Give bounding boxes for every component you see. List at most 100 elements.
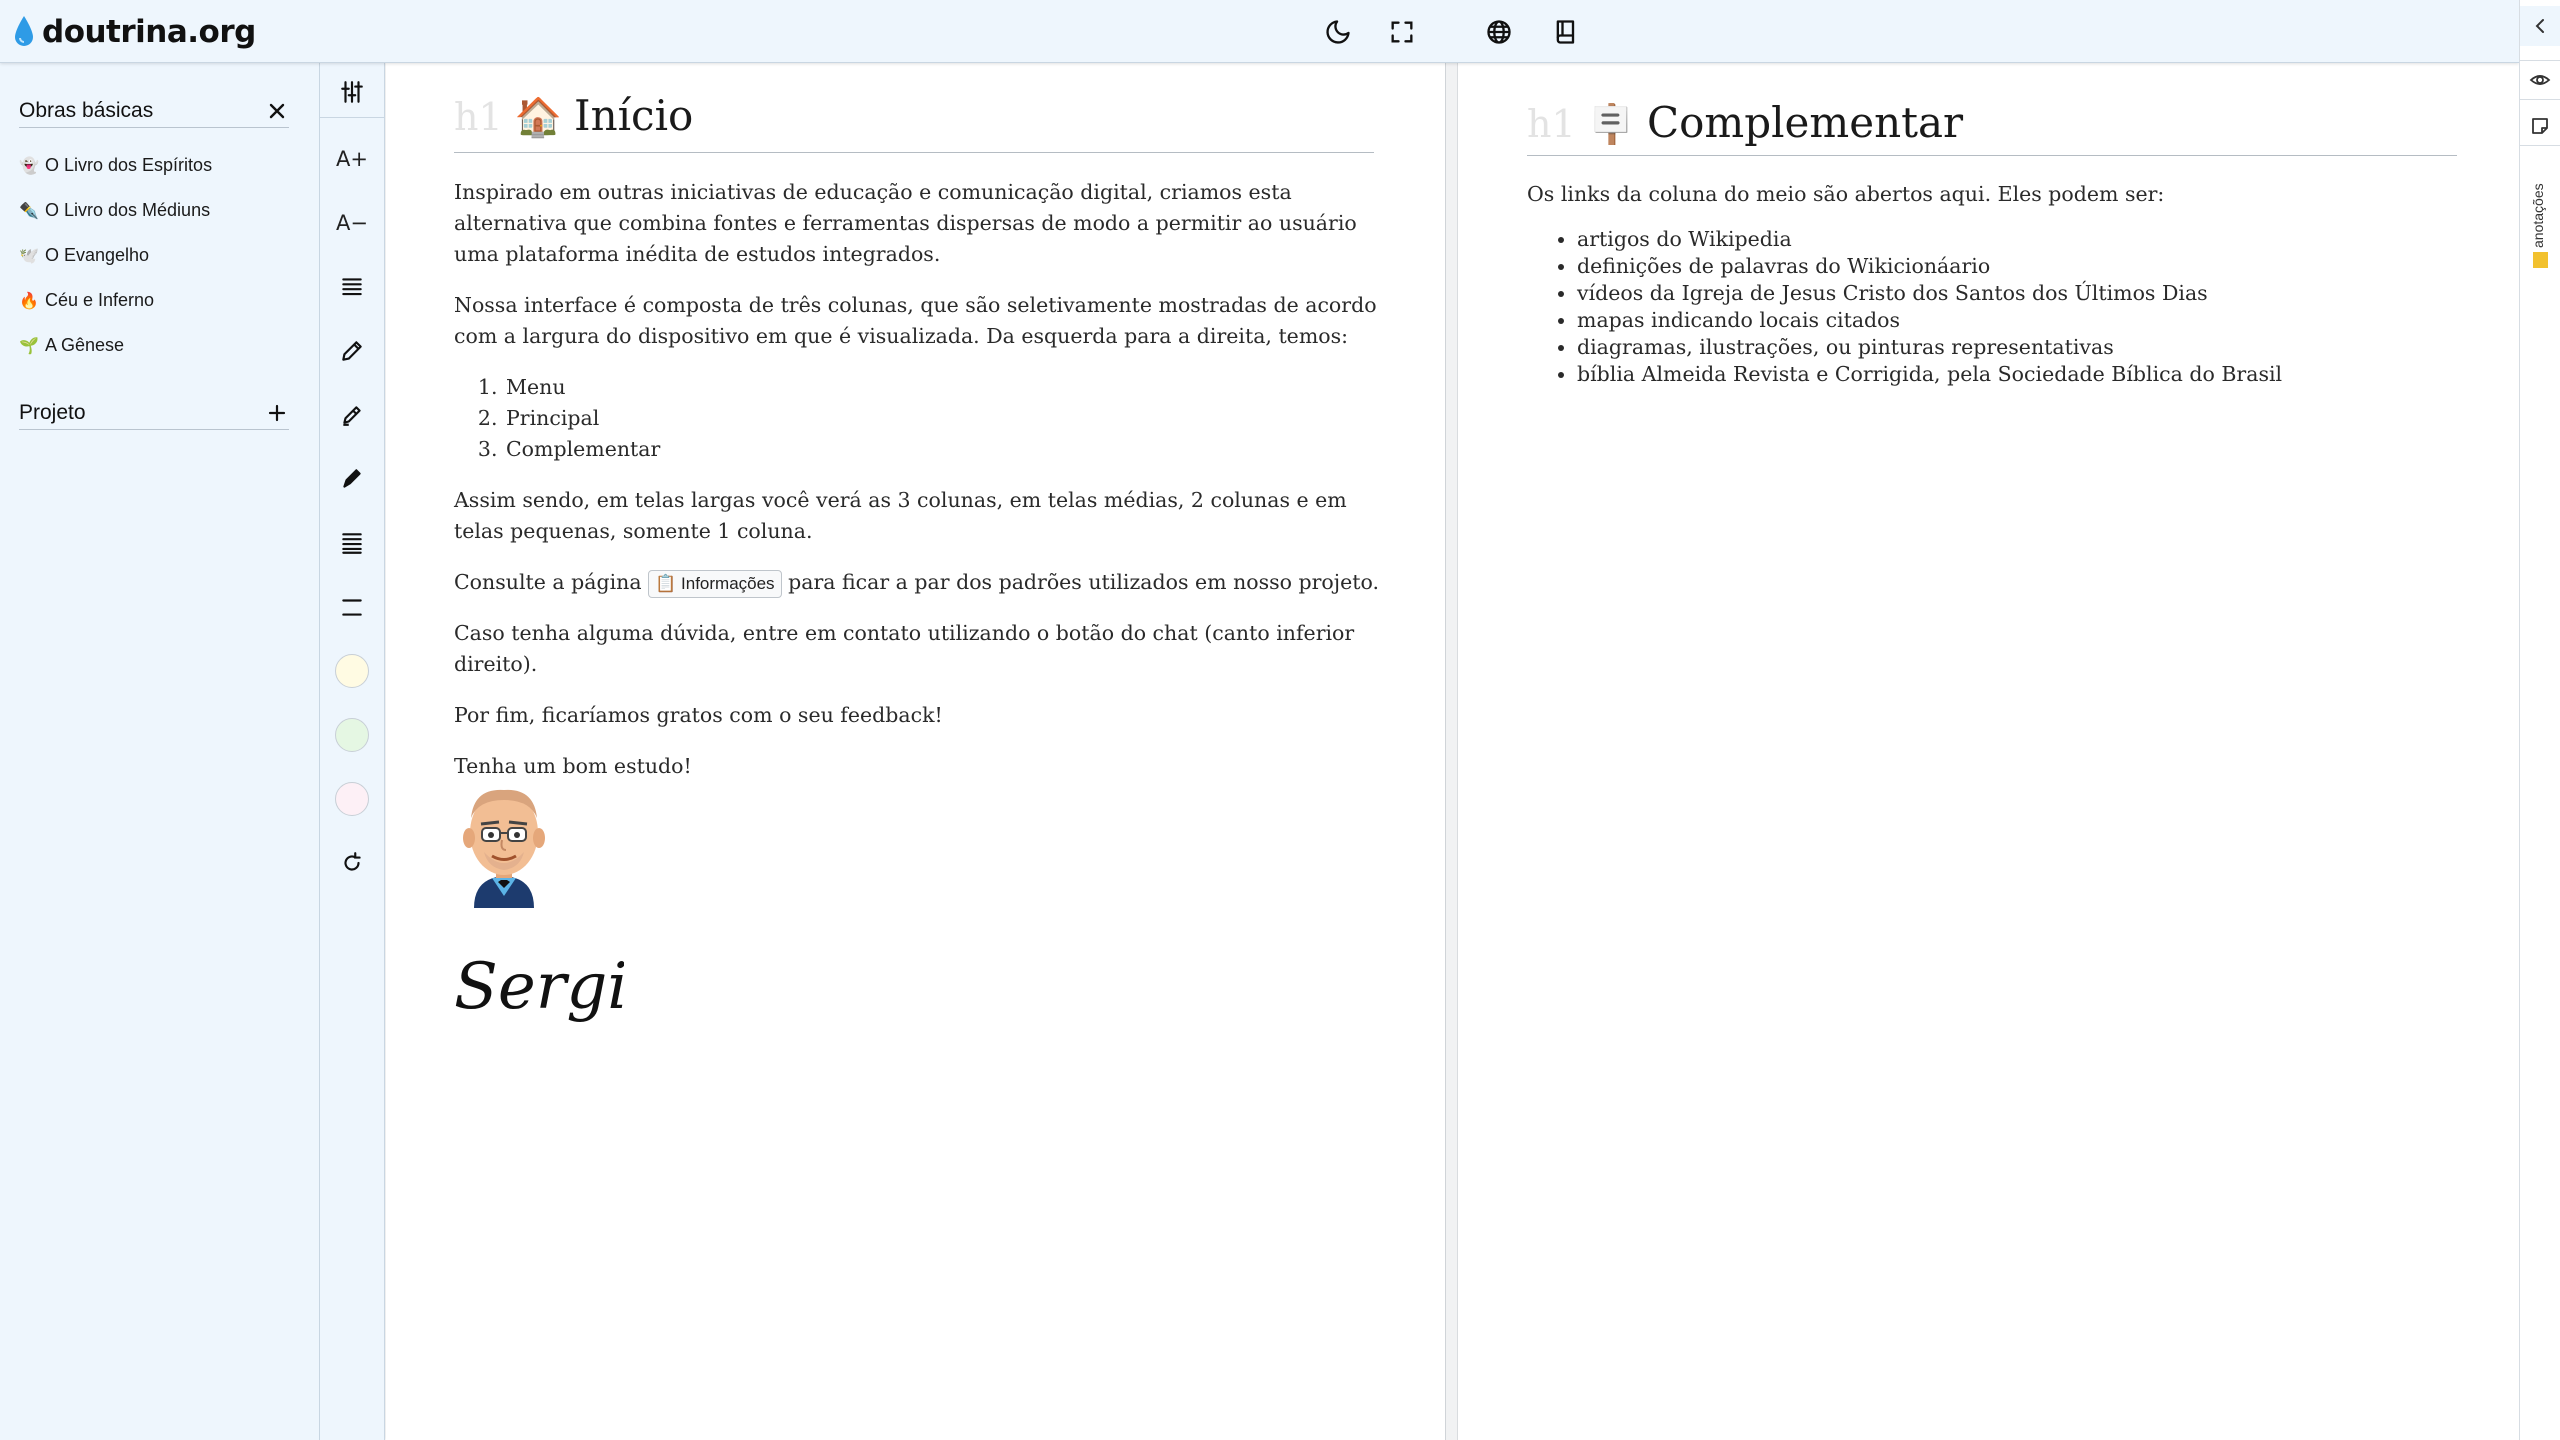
ghost-icon: 👻 (19, 156, 39, 175)
annotations-rail: anotações (2519, 0, 2560, 1440)
reset-button[interactable] (320, 837, 384, 889)
fire-icon: 🔥 (19, 291, 39, 310)
list-item: vídeos da Igreja de Jesus Cristo dos San… (1577, 280, 2487, 307)
yellow-swatch (335, 654, 369, 688)
house-icon: 🏠 (514, 95, 562, 139)
text-before-link: Consulte a página (454, 570, 642, 594)
line-spacing-button[interactable] (320, 517, 384, 569)
tools-column: A+ A− (320, 63, 385, 1440)
highlighter-icon (343, 406, 361, 426)
notes-button[interactable] (2520, 106, 2560, 146)
pen-icon: ✒️ (19, 201, 39, 220)
justify-button[interactable] (320, 261, 384, 313)
library-button[interactable] (1546, 12, 1586, 52)
menu-item-livro-mediuns[interactable]: ✒️ O Livro dos Médiuns (19, 188, 212, 233)
main-heading: h1 🏠 Início (454, 91, 1374, 153)
book-list: 👻 O Livro dos Espíritos ✒️ O Livro dos Méd… (19, 143, 212, 368)
chevron-left-icon (2535, 19, 2544, 33)
main-column: h1 🏠 Início Inspirado em outras iniciati… (386, 63, 1446, 1440)
align-justify-icon (342, 278, 362, 296)
informacoes-link[interactable]: 📋 Informações (648, 570, 782, 598)
menu-item-label: O Evangelho (45, 245, 150, 265)
menu-item-label: O Livro dos Médiuns (45, 200, 211, 220)
font-decrease-label: A− (336, 211, 368, 235)
moon-icon (1326, 20, 1350, 44)
section-title-projeto: Projeto (19, 400, 86, 424)
list-item: Principal (504, 403, 1384, 434)
main-content: Inspirado em outras iniciativas de educa… (454, 177, 1384, 802)
paragraph: Tenha um bom estudo! (454, 754, 692, 778)
green-swatch (335, 718, 369, 752)
menu-item-label: O Livro dos Espíritos (45, 155, 213, 175)
eye-icon (2529, 75, 2551, 85)
author-avatar (463, 789, 545, 908)
list-item: Complementar (504, 434, 1384, 465)
columns-list: Menu Principal Complementar (504, 372, 1384, 465)
paragraph: Consulte a página 📋 Informações para fic… (454, 567, 1384, 598)
menu-item-livro-espiritos[interactable]: 👻 O Livro dos Espíritos (19, 143, 212, 188)
brush-tool-button[interactable] (320, 453, 384, 505)
book-icon (1556, 20, 1575, 44)
author-signature: Sergio (454, 950, 624, 1024)
spacing-button[interactable] (320, 581, 384, 633)
top-bar: doutrina.org (0, 0, 2519, 63)
site-logo[interactable]: doutrina.org (12, 12, 256, 52)
minus-lines-icon (342, 599, 362, 616)
expand-section-button[interactable] (265, 401, 289, 425)
font-increase-label: A+ (336, 147, 368, 171)
signpost-icon: 🪧 (1587, 102, 1635, 146)
list-item: Menu (504, 372, 1384, 403)
highlight-pink-button[interactable] (320, 773, 384, 825)
fullscreen-button[interactable] (1382, 12, 1422, 52)
collapse-rail-button[interactable] (2520, 6, 2560, 46)
complement-heading: h1 🪧 Complementar (1527, 98, 2457, 156)
menu-item-label: A Gênese (45, 335, 125, 355)
paragraph: Caso tenha alguma dúvida, entre em conta… (454, 621, 1355, 676)
menu-item-ceu-inferno[interactable]: 🔥 Céu e Inferno (19, 278, 212, 323)
marker-tool-button[interactable] (320, 389, 384, 441)
sticky-note-icon (2532, 117, 2548, 134)
plus-icon (268, 404, 286, 421)
list-item: mapas indicando locais citados (1577, 307, 2487, 334)
page-title: Início (573, 91, 694, 140)
globe-icon (1487, 20, 1511, 44)
section-projeto: Projeto (19, 396, 289, 430)
menu-item-evangelho[interactable]: 🕊️ O Evangelho (19, 233, 212, 278)
text-after-link: para ficar a par dos padrões utilizados … (788, 570, 1380, 594)
list-lines-icon (342, 533, 362, 554)
menu-item-genese[interactable]: 🌱 A Gênese (19, 323, 212, 368)
pencil-icon (342, 341, 362, 361)
list-item: bíblia Almeida Revista e Corrigida, pela… (1577, 361, 2487, 388)
settings-button[interactable] (320, 66, 384, 118)
annotation-marker[interactable] (2533, 252, 2548, 268)
menu-column: Obras básicas 👻 O Livro dos Espíritos ✒️ O… (0, 63, 320, 1440)
toggle-visibility-button[interactable] (2520, 60, 2560, 100)
language-button[interactable] (1479, 12, 1519, 52)
font-decrease-button[interactable]: A− (320, 197, 384, 249)
paragraph: Por fim, ficaríamos gratos com o seu fee… (454, 703, 943, 727)
section-obras-basicas: Obras básicas (19, 94, 289, 128)
highlight-yellow-button[interactable] (320, 645, 384, 697)
annotations-tab[interactable]: anotações (2530, 170, 2546, 248)
section-title-obras: Obras básicas (19, 98, 154, 122)
font-increase-button[interactable]: A+ (320, 133, 384, 185)
seedling-icon: 🌱 (19, 336, 39, 355)
brush-icon (343, 469, 361, 488)
close-section-button[interactable] (265, 99, 289, 123)
logo-text: doutrina.org (42, 14, 256, 50)
pen-tool-button[interactable] (320, 325, 384, 377)
complementary-column: h1 🪧 Complementar Os links da coluna do … (1459, 63, 2519, 1440)
heading-tag: h1 (454, 95, 503, 139)
highlight-green-button[interactable] (320, 709, 384, 761)
water-drop-icon (15, 16, 33, 46)
refresh-icon (344, 852, 361, 871)
sliders-icon (341, 80, 363, 103)
paragraph: Inspirado em outras iniciativas de educa… (454, 180, 1357, 266)
dark-mode-button[interactable] (1318, 12, 1358, 52)
paragraph: Assim sendo, em telas largas você verá a… (454, 488, 1347, 543)
complement-intro: Os links da coluna do meio são abertos a… (1527, 182, 2165, 206)
complement-content: Os links da coluna do meio são abertos a… (1527, 181, 2487, 388)
list-item: definições de palavras do Wikicionáario (1577, 253, 2487, 280)
pink-swatch (335, 782, 369, 816)
column-divider[interactable] (1446, 63, 1458, 1440)
